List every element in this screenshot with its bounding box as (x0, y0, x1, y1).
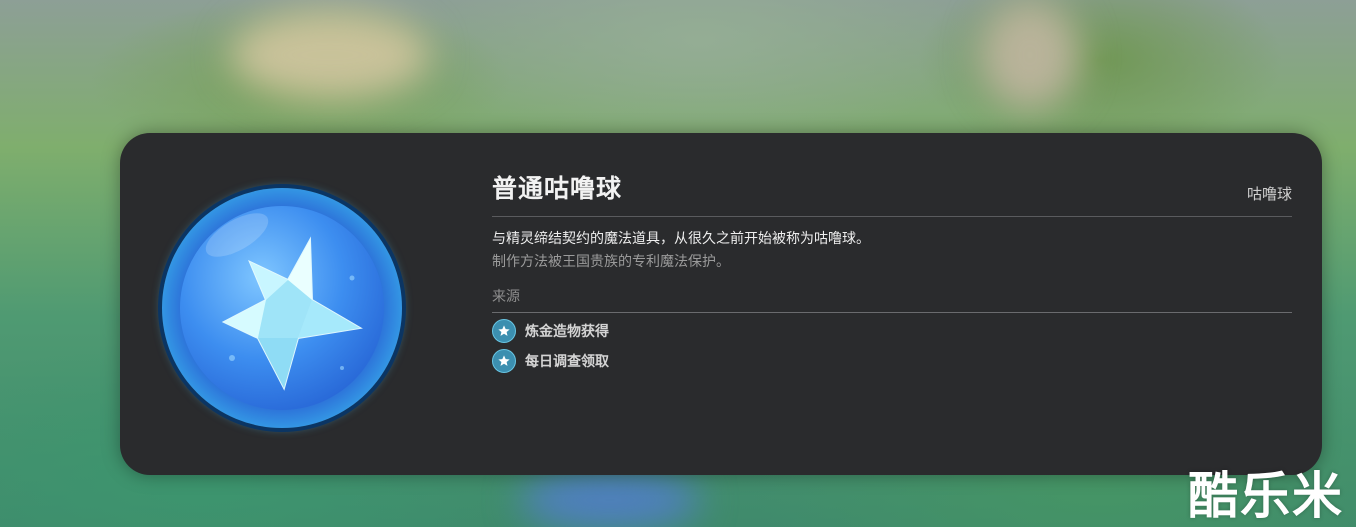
crystal-star-icon (221, 236, 363, 391)
item-title: 普通咕噜球 (492, 174, 623, 203)
item-description: 与精灵缔结契约的魔法道具，从很久之前开始被称为咕噜球。 (492, 231, 870, 247)
title-divider (492, 216, 1292, 217)
source-item[interactable]: 每日调查领取 (492, 349, 609, 373)
source-divider (492, 312, 1292, 313)
item-description-secondary: 制作方法被王国贵族的专利魔法保护。 (492, 254, 730, 270)
item-category: 咕噜球 (1246, 185, 1292, 203)
background-blur (980, 0, 1080, 110)
star-badge-icon (492, 319, 516, 343)
source-item-label: 炼金造物获得 (525, 324, 609, 340)
background-blur (520, 470, 700, 527)
source-label: 来源 (492, 289, 520, 305)
game-scene-background: 普通咕噜球 咕噜球 与精灵缔结契约的魔法道具，从很久之前开始被称为咕噜球。 制作… (0, 0, 1356, 527)
item-icon (162, 188, 402, 428)
source-item-label: 每日调查领取 (525, 354, 609, 370)
star-badge-icon (492, 349, 516, 373)
watermark-logo: 酷乐米 (1188, 467, 1344, 525)
source-item[interactable]: 炼金造物获得 (492, 319, 609, 343)
item-detail-card: 普通咕噜球 咕噜球 与精灵缔结契约的魔法道具，从很久之前开始被称为咕噜球。 制作… (120, 133, 1322, 475)
background-blur (230, 10, 430, 100)
